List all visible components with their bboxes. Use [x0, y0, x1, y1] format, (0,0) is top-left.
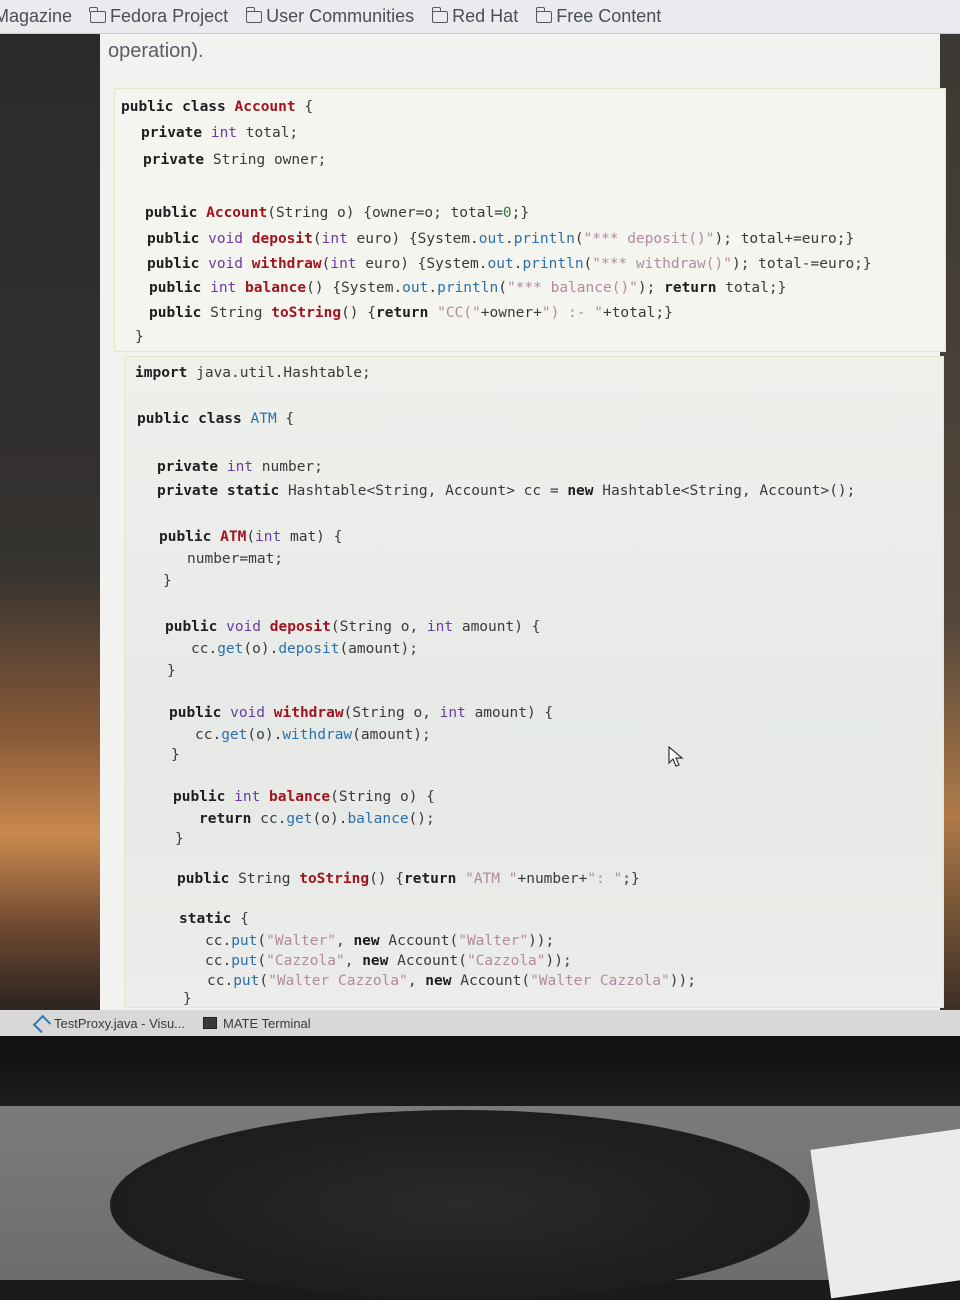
code-line: public Account(String o) {owner=o; total…: [145, 205, 530, 221]
monitor-bezel: [0, 1036, 960, 1106]
code-line: public int balance(String o) {: [173, 789, 435, 805]
paper-sheet: [810, 1127, 960, 1299]
folder-icon: [89, 6, 107, 23]
code-line: private int total;: [141, 125, 299, 141]
code-line: private int number;: [157, 459, 323, 475]
web-page: operation). public class Account { priva…: [100, 34, 946, 1010]
bookmark-label: Fedora Project: [110, 6, 229, 26]
code-line: public String toString() {return "ATM "+…: [177, 871, 640, 887]
code-line: }: [183, 991, 192, 1007]
bookmark-fedora-project[interactable]: Fedora Project: [89, 6, 229, 27]
intro-text: operation).: [108, 40, 204, 62]
taskbar-item-label: TestProxy.java - Visu...: [54, 1015, 186, 1031]
code-line: public void deposit(int euro) {System.ou…: [147, 231, 855, 247]
folder-icon: [431, 6, 449, 23]
folder-icon: [245, 6, 263, 23]
bookmarks-bar: Magazine Fedora Project User Communities…: [0, 0, 960, 34]
code-line: cc.put("Walter Cazzola", new Account("Wa…: [207, 973, 696, 989]
vscode-icon: [34, 1016, 48, 1030]
code-line: return cc.get(o).balance();: [199, 811, 435, 827]
bookmark-label: Magazine: [0, 6, 73, 26]
code-line: cc.put("Walter", new Account("Walter"));: [205, 933, 555, 949]
bookmark-label: Red Hat: [452, 6, 519, 26]
code-line: number=mat;: [187, 551, 284, 567]
code-line: public void withdraw(String o, int amoun…: [169, 705, 554, 721]
bookmark-label: User Communities: [266, 6, 415, 26]
code-line: cc.put("Cazzola", new Account("Cazzola")…: [205, 953, 572, 969]
code-line: public void withdraw(int euro) {System.o…: [147, 256, 872, 272]
code-line: }: [175, 831, 184, 847]
terminal-icon: [203, 1017, 218, 1029]
bookmark-magazine[interactable]: Magazine: [0, 6, 72, 27]
code-line: static {: [179, 911, 249, 927]
code-line: public String toString() {return "CC("+o…: [149, 305, 673, 321]
bookmark-red-hat[interactable]: Red Hat: [431, 6, 519, 27]
desktop-wallpaper-left: [0, 34, 108, 1010]
atm-code-block: import java.util.Hashtable; public class…: [124, 356, 944, 1008]
code-line: cc.get(o).deposit(amount);: [191, 641, 419, 657]
code-line: private static Hashtable<String, Account…: [157, 483, 856, 499]
taskbar-item-vscode[interactable]: TestProxy.java - Visu...: [34, 1016, 185, 1031]
code-line: }: [167, 663, 176, 679]
code-line: public class Account {: [121, 99, 314, 115]
monitor-stand: [110, 1110, 810, 1300]
code-line: public class ATM {: [137, 411, 295, 427]
mouse-pointer-icon: [668, 746, 684, 767]
code-line: }: [171, 747, 180, 763]
bookmark-user-communities[interactable]: User Communities: [245, 6, 415, 27]
code-line: public void deposit(String o, int amount…: [165, 619, 541, 635]
account-code-block: public class Account { private int total…: [114, 88, 946, 352]
taskbar-item-label: MATE Terminal: [223, 1015, 311, 1031]
folder-icon: [535, 6, 553, 23]
code-line: }: [163, 573, 172, 589]
code-line: cc.get(o).withdraw(amount);: [195, 727, 431, 743]
code-line: import java.util.Hashtable;: [135, 365, 371, 381]
taskbar: TestProxy.java - Visu... MATE Terminal: [0, 1010, 960, 1036]
bookmark-label: Free Content: [556, 6, 662, 26]
code-line: public int balance() {System.out.println…: [149, 280, 787, 296]
code-line: }: [135, 329, 144, 345]
code-line: public ATM(int mat) {: [159, 529, 343, 545]
code-line: private String owner;: [143, 152, 327, 168]
bookmark-free-content[interactable]: Free Content: [535, 6, 662, 27]
taskbar-item-terminal[interactable]: MATE Terminal: [203, 1016, 311, 1031]
